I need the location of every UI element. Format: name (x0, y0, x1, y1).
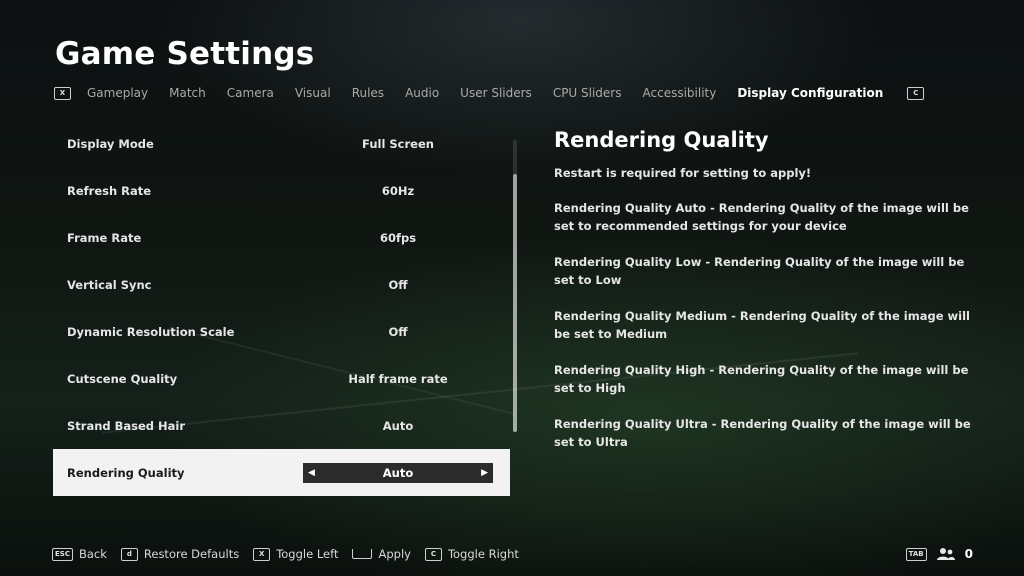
setting-value: 60fps (379, 230, 417, 245)
setting-value: Full Screen (362, 136, 434, 151)
description-line: Rendering Quality Low - Rendering Qualit… (554, 255, 965, 287)
description-line: Rendering Quality High - Rendering Quali… (554, 363, 969, 395)
tab-camera[interactable]: Camera (227, 86, 274, 100)
tab-accessibility[interactable]: Accessibility (643, 86, 717, 100)
setting-label: Display Mode (67, 136, 154, 151)
description-line: Restart is required for setting to apply… (554, 166, 812, 180)
settings-tab-bar: X Gameplay Match Camera Visual Rules Aud… (54, 84, 925, 102)
hint-label: Toggle Left (276, 547, 339, 561)
setting-row-vertical-sync[interactable]: Vertical Sync Off (53, 261, 510, 308)
settings-list: Display Mode Full Screen Refresh Rate 60… (53, 120, 510, 496)
tab-display-configuration[interactable]: Display Configuration (737, 86, 883, 100)
setting-row-display-mode[interactable]: Display Mode Full Screen (53, 120, 510, 167)
space-key-icon (352, 549, 373, 559)
esc-key-icon: ESC (52, 547, 73, 561)
tab-audio[interactable]: Audio (405, 86, 439, 100)
setting-row-rendering-quality[interactable]: Rendering Quality ◀ Auto ▶ (53, 449, 510, 496)
tab-key-icon: TAB (905, 547, 927, 561)
tab-rules[interactable]: Rules (352, 86, 384, 100)
description-line: Rendering Quality Ultra - Rendering Qual… (554, 417, 971, 449)
setting-value: Auto (382, 466, 414, 480)
scrollbar-thumb[interactable] (513, 174, 517, 432)
setting-label: Rendering Quality (67, 465, 185, 480)
arrow-right-icon[interactable]: ▶ (476, 468, 493, 478)
toggle-right-button[interactable]: C Toggle Right (424, 547, 519, 561)
setting-label: Dynamic Resolution Scale (67, 324, 235, 339)
restore-defaults-button[interactable]: d Restore Defaults (120, 547, 240, 561)
hint-label: Apply (378, 547, 411, 561)
toggle-left-button[interactable]: X Toggle Left (253, 547, 338, 561)
setting-row-frame-rate[interactable]: Frame Rate 60fps (53, 214, 510, 261)
tab-match[interactable]: Match (169, 86, 206, 100)
setting-value: 60Hz (381, 183, 415, 198)
tab-cpu-sliders[interactable]: CPU Sliders (553, 86, 622, 100)
setting-value: Auto (382, 418, 414, 433)
x-key-icon: X (253, 547, 271, 561)
description-line: Rendering Quality Medium - Rendering Qua… (554, 309, 970, 341)
hint-label: Restore Defaults (143, 547, 240, 561)
people-icon (936, 548, 955, 560)
d-key-icon: d (120, 547, 138, 561)
description-title: Rendering Quality (554, 128, 769, 152)
description-line: Rendering Quality Auto - Rendering Quali… (554, 201, 969, 233)
setting-label: Vertical Sync (67, 277, 152, 292)
hint-label: Toggle Right (447, 547, 519, 561)
c-key-icon: C (424, 547, 442, 561)
rendering-quality-selector[interactable]: ◀ Auto ▶ (303, 463, 493, 483)
setting-label: Refresh Rate (67, 183, 152, 198)
tab-right-key-icon[interactable]: C (907, 86, 925, 100)
setting-label: Cutscene Quality (67, 371, 178, 386)
hint-label: Back (78, 547, 107, 561)
tab-user-sliders[interactable]: User Sliders (460, 86, 532, 100)
friends-indicator[interactable]: TAB 0 (905, 545, 973, 563)
setting-value: Half frame rate (348, 371, 448, 386)
tab-visual[interactable]: Visual (295, 86, 331, 100)
setting-label: Frame Rate (67, 230, 142, 245)
settings-scrollbar[interactable] (513, 140, 517, 432)
page-title: Game Settings (55, 36, 315, 72)
setting-row-refresh-rate[interactable]: Refresh Rate 60Hz (53, 167, 510, 214)
tab-left-key-icon[interactable]: X (54, 86, 71, 100)
setting-value: Off (388, 277, 408, 292)
setting-label: Strand Based Hair (67, 418, 186, 433)
setting-value: Off (388, 324, 408, 339)
setting-row-strand-based-hair[interactable]: Strand Based Hair Auto (53, 402, 510, 449)
button-hint-bar: ESC Back d Restore Defaults X Toggle Lef… (52, 545, 533, 563)
back-button[interactable]: ESC Back (52, 547, 107, 561)
apply-button[interactable]: Apply (352, 547, 411, 561)
setting-row-cutscene-quality[interactable]: Cutscene Quality Half frame rate (53, 355, 510, 402)
setting-row-dynamic-resolution-scale[interactable]: Dynamic Resolution Scale Off (53, 308, 510, 355)
friends-count: 0 (964, 547, 973, 561)
tab-gameplay[interactable]: Gameplay (87, 86, 148, 100)
arrow-left-icon[interactable]: ◀ (303, 468, 320, 478)
setting-description-panel: Rendering Quality Restart is required fo… (554, 128, 974, 469)
